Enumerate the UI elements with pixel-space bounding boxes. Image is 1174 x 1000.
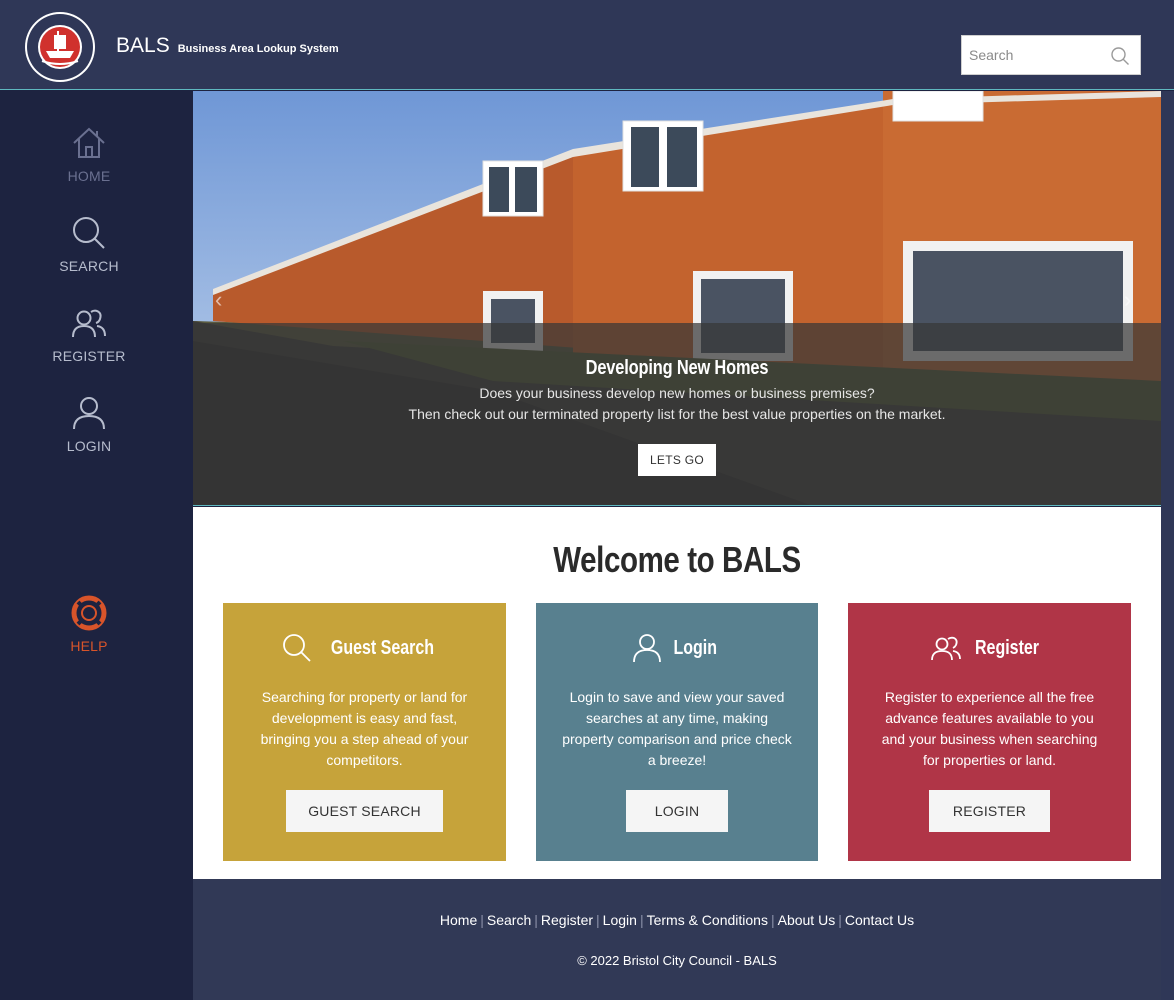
- search-icon: [73, 217, 105, 249]
- card-header: Guest Search: [223, 633, 506, 663]
- sidebar-item-label: LOGIN: [66, 438, 112, 454]
- bristol-city-council-logo[interactable]: [24, 11, 96, 83]
- footer-separator: |: [838, 912, 842, 928]
- sidebar-item-label: REGISTER: [52, 348, 126, 364]
- search-icon[interactable]: [1110, 46, 1130, 66]
- guest-search-button[interactable]: GUEST SEARCH: [286, 790, 443, 832]
- register-card: Register Register to experience all the …: [848, 603, 1131, 861]
- card-header: Register: [848, 633, 1131, 663]
- header-search: [961, 35, 1141, 75]
- lets-go-button[interactable]: LETS GO: [638, 444, 716, 476]
- card-header: Login: [536, 633, 818, 663]
- hero-carousel: ‹ › Developing New Homes Does your busin…: [193, 91, 1161, 506]
- welcome-heading: Welcome to BALS: [553, 539, 801, 580]
- sidebar-item-label: HELP: [70, 638, 108, 654]
- sidebar-item-search[interactable]: SEARCH: [0, 215, 178, 274]
- card-title: Register: [975, 636, 1040, 659]
- footer-separator: |: [596, 912, 600, 928]
- welcome-section: Welcome to BALS Guest Search Searching f…: [193, 507, 1161, 879]
- carousel-prev-arrow[interactable]: ‹: [215, 287, 222, 313]
- footer-link-terms[interactable]: Terms & Conditions: [647, 912, 768, 928]
- footer-separator: |: [480, 912, 484, 928]
- hero-text-line-1: Does your business develop new homes or …: [479, 385, 875, 401]
- footer-links: Home | Search | Register | Login | Terms & Condi…: [193, 879, 1161, 928]
- user-icon: [632, 634, 661, 663]
- sidebar-item-login[interactable]: LOGIN: [0, 395, 178, 454]
- footer-link-login[interactable]: Login: [603, 912, 637, 928]
- guest-search-card: Guest Search Searching for property or l…: [223, 603, 506, 861]
- footer-link-about[interactable]: About Us: [778, 912, 836, 928]
- footer-link-home[interactable]: Home: [440, 912, 477, 928]
- register-button[interactable]: REGISTER: [929, 790, 1050, 832]
- site-footer: Home | Search | Register | Login | Terms & Condi…: [193, 879, 1161, 1000]
- sidebar-nav: HOME SEARCH REGISTER LOGIN HELP: [0, 91, 193, 1000]
- copyright-text: © 2022 Bristol City Council - BALS: [577, 953, 777, 968]
- sidebar-item-register[interactable]: REGISTER: [0, 305, 178, 364]
- login-card: Login Login to save and view your saved …: [536, 603, 818, 861]
- search-icon: [283, 634, 311, 662]
- main-content: ‹ › Developing New Homes Does your busin…: [193, 91, 1161, 1000]
- lifebuoy-icon: [71, 595, 107, 631]
- user-icon: [73, 397, 105, 430]
- sidebar-item-home[interactable]: HOME: [0, 125, 178, 184]
- sidebar-item-label: SEARCH: [59, 258, 119, 274]
- sidebar-item-help[interactable]: HELP: [0, 595, 178, 654]
- card-description: Login to save and view your saved search…: [562, 689, 792, 768]
- hero-text-line-2: Then check out our terminated property l…: [408, 406, 946, 422]
- page-gutter: [1161, 91, 1174, 1000]
- card-title: Guest Search: [330, 636, 435, 659]
- hero-title: Developing New Homes: [585, 357, 769, 379]
- login-button[interactable]: LOGIN: [626, 790, 728, 832]
- search-input[interactable]: [962, 36, 1102, 74]
- footer-separator: |: [639, 912, 644, 928]
- home-icon: [73, 127, 105, 158]
- carousel-next-arrow[interactable]: ›: [1124, 287, 1131, 313]
- sidebar-item-label: HOME: [67, 168, 111, 184]
- footer-separator: |: [534, 912, 538, 928]
- footer-link-search[interactable]: Search: [487, 912, 531, 928]
- footer-link-register[interactable]: Register: [541, 912, 593, 928]
- footer-separator: |: [770, 912, 775, 928]
- brand-subtitle: Business Area Lookup System: [177, 43, 339, 55]
- hero-caption: Developing New Homes Does your business …: [193, 323, 1161, 505]
- users-icon: [72, 309, 106, 338]
- card-title: Login: [673, 636, 717, 659]
- brand-name: BALS: [116, 34, 170, 57]
- site-header: BALS Business Area Lookup System: [0, 0, 1174, 90]
- card-description: Searching for property or land for devel…: [260, 689, 469, 768]
- footer-link-contact[interactable]: Contact Us: [845, 912, 914, 928]
- users-icon: [931, 636, 962, 661]
- brand[interactable]: BALS Business Area Lookup System: [116, 34, 339, 58]
- card-description: Register to experience all the free adva…: [881, 689, 1098, 768]
